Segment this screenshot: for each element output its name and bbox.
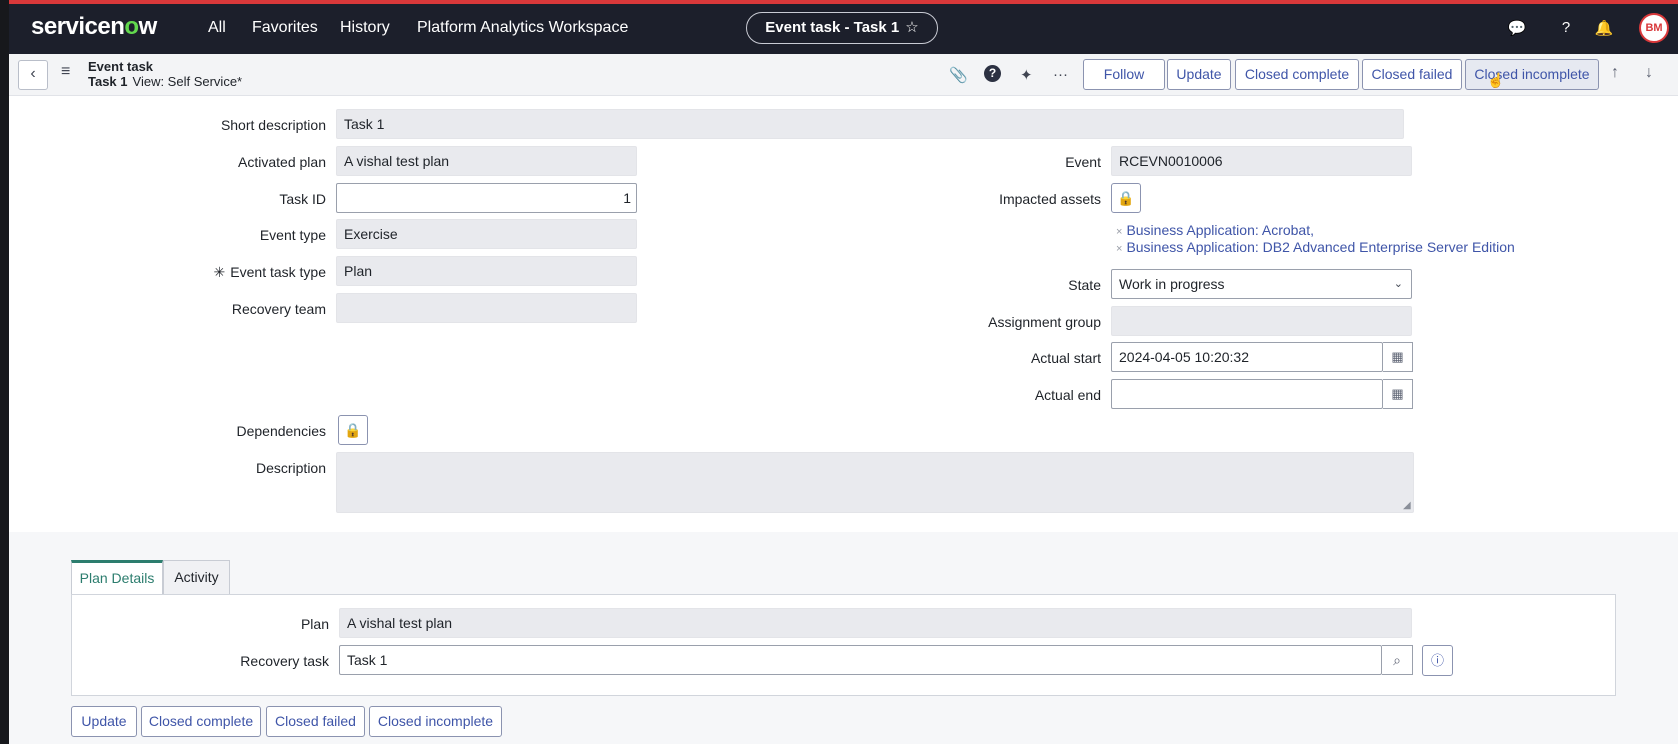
chevron-down-icon: ⌄ bbox=[1393, 278, 1403, 290]
view-name: View: Self Service* bbox=[132, 74, 243, 89]
footer-closed-failed-button[interactable]: Closed failed bbox=[266, 706, 365, 737]
impacted-asset-item[interactable]: × Business Application: Acrobat, bbox=[1116, 222, 1314, 238]
closed-complete-button[interactable]: Closed complete bbox=[1235, 59, 1359, 90]
nav-history[interactable]: History bbox=[340, 19, 390, 37]
short-description-field[interactable]: Task 1 bbox=[336, 109, 1404, 139]
form-subtitle: Task 1 View: Self Service* bbox=[88, 74, 242, 89]
recovery-task-label: Recovery task bbox=[240, 653, 329, 669]
footer-update-button[interactable]: Update bbox=[71, 706, 137, 737]
impacted-asset-item[interactable]: × Business Application: DB2 Advanced Ente… bbox=[1116, 239, 1515, 255]
avatar[interactable]: BM bbox=[1639, 13, 1669, 43]
record-name: Task 1 bbox=[88, 74, 128, 89]
help-icon[interactable]: ? bbox=[1556, 19, 1576, 36]
recovery-team-field[interactable] bbox=[336, 293, 637, 323]
calendar-icon[interactable]: ▦ bbox=[1383, 342, 1413, 372]
impacted-assets-label: Impacted assets bbox=[999, 191, 1101, 207]
window-edge bbox=[0, 0, 9, 744]
mouse-cursor-icon: ☝ bbox=[1487, 72, 1505, 88]
impacted-assets-lock-button[interactable]: 🔒 bbox=[1111, 183, 1141, 213]
actual-start-input[interactable]: 2024-04-05 10:20:32 bbox=[1111, 342, 1383, 372]
description-textarea[interactable] bbox=[336, 452, 1414, 513]
calendar-icon[interactable]: ▦ bbox=[1383, 379, 1413, 409]
recovery-team-label: Recovery team bbox=[231, 301, 326, 317]
task-id-label: Task ID bbox=[279, 191, 326, 207]
nav-all[interactable]: All bbox=[208, 19, 226, 37]
closed-failed-button[interactable]: Closed failed bbox=[1362, 59, 1462, 90]
event-type-label: Event type bbox=[259, 227, 326, 243]
actual-start-label: Actual start bbox=[1030, 350, 1101, 366]
assignment-group-field[interactable] bbox=[1111, 306, 1412, 336]
activated-plan-label: Activated plan bbox=[238, 154, 326, 170]
nav-platform-analytics-workspace[interactable]: Platform Analytics Workspace bbox=[417, 19, 628, 37]
description-label: Description bbox=[255, 460, 326, 476]
hamburger-icon[interactable]: ≡ bbox=[61, 63, 70, 81]
nav-favorites[interactable]: Favorites bbox=[252, 19, 318, 37]
assignment-group-label: Assignment group bbox=[988, 314, 1101, 330]
dependencies-lock-button[interactable]: 🔒 bbox=[338, 415, 368, 445]
info-icon[interactable]: ⓘ bbox=[1422, 645, 1453, 676]
chevron-left-icon: ‹ bbox=[30, 65, 36, 82]
servicenow-logo[interactable]: servicenow bbox=[31, 13, 157, 41]
context-title: Event task - Task 1 bbox=[765, 19, 900, 36]
state-label: State bbox=[1068, 277, 1101, 293]
tab-plan-details[interactable]: Plan Details bbox=[71, 560, 163, 594]
form-header: ‹ ≡ Event task Task 1 View: Self Service*… bbox=[9, 54, 1678, 96]
question-icon[interactable]: ? bbox=[984, 65, 1001, 82]
dependencies-label: Dependencies bbox=[236, 423, 326, 439]
remove-icon[interactable]: × bbox=[1116, 243, 1122, 255]
footer-closed-incomplete-button[interactable]: Closed incomplete bbox=[369, 706, 502, 737]
more-icon[interactable]: ··· bbox=[1053, 66, 1068, 83]
closed-incomplete-button[interactable]: Closed incomplete bbox=[1465, 59, 1599, 90]
event-field[interactable]: RCEVN0010006 bbox=[1111, 146, 1412, 176]
activated-plan-field[interactable]: A vishal test plan bbox=[336, 146, 637, 176]
recovery-task-input[interactable]: Task 1 bbox=[339, 645, 1382, 675]
task-id-input[interactable]: 1 bbox=[336, 183, 637, 213]
plan-label: Plan bbox=[300, 616, 329, 632]
arrow-up-icon[interactable]: ↑ bbox=[1611, 64, 1619, 82]
footer-closed-complete-button[interactable]: Closed complete bbox=[141, 706, 261, 737]
state-select[interactable]: Work in progress ⌄ bbox=[1111, 269, 1412, 299]
search-icon[interactable]: ⌕ bbox=[1382, 645, 1413, 675]
event-task-type-field[interactable]: Plan bbox=[336, 256, 637, 286]
required-icon: ✳ bbox=[213, 264, 226, 280]
event-type-field[interactable]: Exercise bbox=[336, 219, 637, 249]
actual-end-input[interactable] bbox=[1111, 379, 1383, 409]
plan-field[interactable]: A vishal test plan bbox=[339, 608, 1412, 638]
sparkle-icon[interactable]: ✦ bbox=[1020, 66, 1033, 84]
event-label: Event bbox=[1065, 154, 1101, 170]
tab-activity[interactable]: Activity bbox=[163, 560, 230, 594]
follow-button[interactable]: Follow bbox=[1083, 59, 1165, 90]
remove-icon[interactable]: × bbox=[1116, 226, 1122, 238]
paperclip-icon[interactable]: 📎 bbox=[949, 66, 968, 84]
arrow-down-icon[interactable]: ↓ bbox=[1645, 64, 1653, 82]
chat-icon[interactable]: 💬 bbox=[1507, 19, 1527, 37]
lock-icon: 🔒 bbox=[1117, 190, 1135, 206]
update-button[interactable]: Update bbox=[1167, 59, 1231, 90]
event-task-type-label: ✳ Event task type bbox=[180, 264, 326, 281]
bell-icon[interactable]: 🔔 bbox=[1594, 19, 1614, 37]
back-button[interactable]: ‹ bbox=[18, 60, 48, 90]
lock-icon: 🔒 bbox=[344, 422, 362, 438]
short-description-label: Short description bbox=[220, 117, 326, 133]
top-navigation: servicenow All Favorites History Platfor… bbox=[9, 0, 1678, 54]
form-table-name: Event task bbox=[88, 59, 154, 74]
star-icon[interactable]: ☆ bbox=[905, 19, 918, 36]
context-title-pill[interactable]: Event task - Task 1 ☆ bbox=[746, 12, 938, 44]
actual-end-label: Actual end bbox=[1034, 387, 1101, 403]
event-task-type-label-text: Event task type bbox=[230, 264, 326, 280]
